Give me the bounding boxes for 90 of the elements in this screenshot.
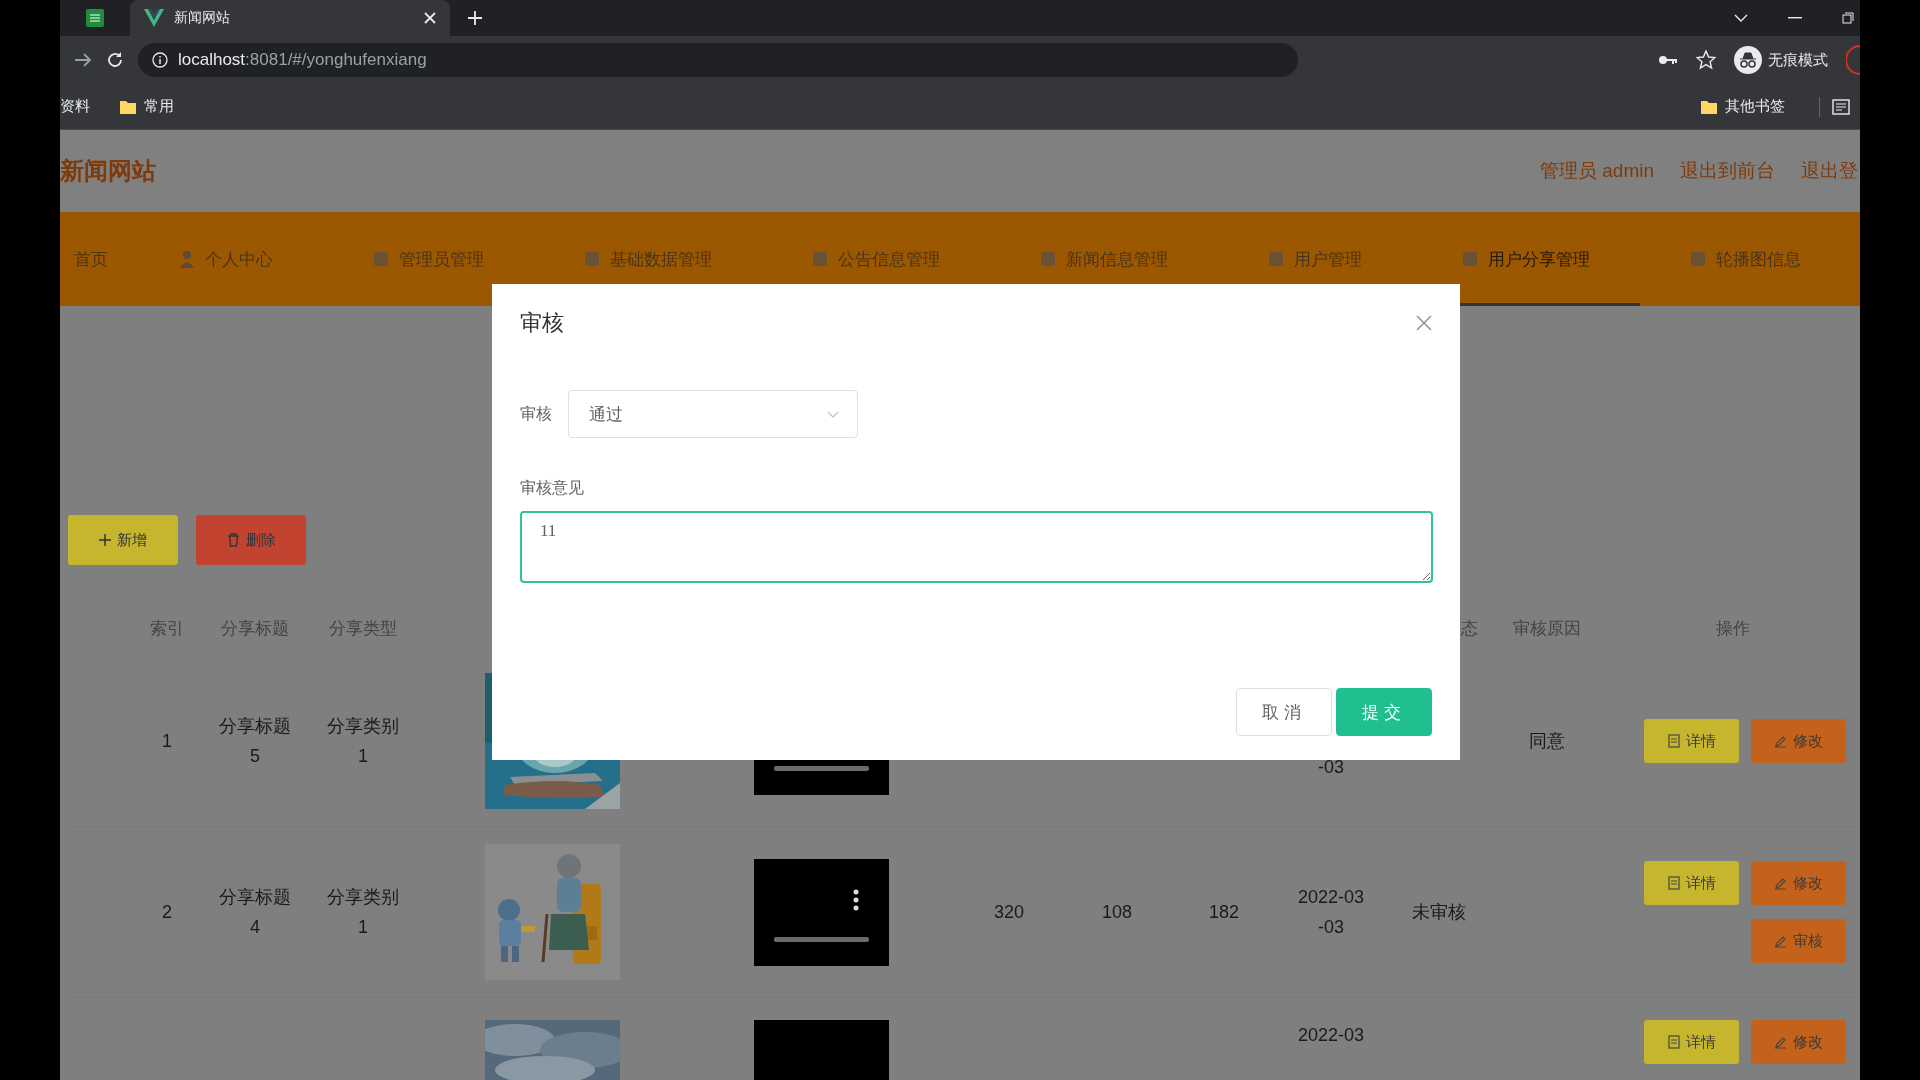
delete-button[interactable]: 删除 bbox=[196, 515, 306, 565]
column-header: 分享类型 bbox=[328, 617, 398, 640]
table-cell-text: -03 bbox=[1317, 756, 1345, 779]
browser-tab[interactable]: 新闻网站 bbox=[130, 0, 450, 36]
field-label: 审核 bbox=[520, 403, 552, 424]
square-icon bbox=[812, 251, 828, 267]
reload-icon[interactable] bbox=[106, 51, 124, 69]
table-cell-text: 分享标题4 bbox=[219, 886, 291, 939]
trash-icon bbox=[226, 533, 240, 547]
incognito-icon bbox=[1734, 46, 1762, 74]
avatar-icon[interactable] bbox=[1846, 45, 1860, 75]
pencil-icon bbox=[1774, 734, 1787, 748]
review-button[interactable]: 审核 bbox=[1751, 919, 1846, 963]
table-cell-text: 同意 bbox=[1529, 730, 1565, 753]
edit-button[interactable]: 修改 bbox=[1751, 719, 1846, 763]
person-icon bbox=[179, 250, 195, 268]
bookmark[interactable]: 其他书签 bbox=[1701, 97, 1785, 116]
reading-list-icon[interactable] bbox=[1832, 98, 1850, 115]
detail-button[interactable]: 详情 bbox=[1644, 861, 1739, 905]
detail-button[interactable]: 详情 bbox=[1644, 1020, 1739, 1064]
table-cell-text: 分享类别1 bbox=[327, 715, 399, 768]
column-header: 审核原因 bbox=[1512, 617, 1582, 640]
plus-icon bbox=[99, 534, 111, 546]
square-icon bbox=[373, 251, 389, 267]
header-link[interactable]: 管理员 admin bbox=[1539, 158, 1654, 184]
nav-item[interactable]: 个人中心 bbox=[129, 212, 323, 306]
v-logo-icon bbox=[144, 9, 164, 27]
header-link[interactable]: 退出到前台 bbox=[1680, 158, 1775, 184]
column-header: 态 bbox=[1460, 617, 1479, 640]
table-cell-text: 分享类别1 bbox=[327, 886, 399, 939]
bookmark[interactable]: 资料 bbox=[60, 97, 90, 116]
info-icon[interactable] bbox=[152, 52, 168, 68]
square-icon bbox=[584, 251, 600, 267]
table-cell-text: 2 bbox=[162, 901, 172, 924]
table-cell-text: 未审核 bbox=[1412, 901, 1466, 924]
nav-item[interactable]: 用户管理 bbox=[1218, 212, 1412, 306]
square-icon bbox=[1690, 251, 1706, 267]
bookmark[interactable]: 常用 bbox=[120, 97, 174, 116]
key-icon[interactable] bbox=[1658, 55, 1678, 65]
forward-icon[interactable] bbox=[74, 52, 92, 68]
select-field[interactable]: 通过 bbox=[568, 390, 858, 438]
spreadsheet-tab-icon[interactable] bbox=[86, 9, 104, 27]
table-cell-text: 2022-03 bbox=[1296, 1024, 1366, 1047]
table-cell-text: 108 bbox=[1101, 901, 1132, 924]
table-cell-text: 182 bbox=[1208, 901, 1239, 924]
comment-field[interactable]: 11 bbox=[520, 511, 1433, 583]
document-icon bbox=[1667, 734, 1680, 748]
plus-icon[interactable] bbox=[467, 10, 483, 26]
pencil-icon bbox=[1774, 934, 1787, 948]
column-header: 分享标题 bbox=[220, 617, 290, 640]
pencil-icon bbox=[1774, 876, 1787, 890]
star-icon[interactable] bbox=[1696, 50, 1716, 70]
document-icon bbox=[1667, 876, 1680, 890]
header-link[interactable]: 退出登 bbox=[1801, 158, 1858, 184]
minimize-icon[interactable] bbox=[1788, 17, 1802, 19]
square-icon bbox=[1040, 251, 1056, 267]
submit-button[interactable]: 提交 bbox=[1336, 688, 1432, 736]
chevron-down-icon[interactable] bbox=[1734, 14, 1748, 22]
folder-icon bbox=[120, 99, 136, 114]
table-cell-text: 2022-03-03 bbox=[1296, 886, 1366, 939]
profile-button[interactable]: 无痕模式 bbox=[1734, 46, 1828, 74]
dialog-title: 审核 bbox=[520, 309, 564, 337]
pencil-icon bbox=[1774, 1035, 1787, 1049]
document-icon bbox=[1667, 1035, 1680, 1049]
nav-item[interactable]: 首页 bbox=[74, 212, 129, 306]
video-player[interactable] bbox=[753, 858, 889, 966]
field-label: 审核意见 bbox=[520, 478, 585, 498]
table-cell-text: 1 bbox=[162, 730, 172, 753]
column-header: 操作 bbox=[1715, 617, 1751, 640]
more-icon[interactable] bbox=[852, 888, 859, 911]
nav-item[interactable]: 管理员管理 bbox=[323, 212, 534, 306]
table-cell-text: 320 bbox=[993, 901, 1024, 924]
add-button[interactable]: 新增 bbox=[68, 515, 178, 565]
nav-item[interactable]: 基础数据管理 bbox=[534, 212, 762, 306]
square-icon bbox=[1268, 251, 1284, 267]
edit-button[interactable]: 修改 bbox=[1751, 1020, 1846, 1064]
site-title: 新闻网站 bbox=[60, 156, 156, 186]
edit-button[interactable]: 修改 bbox=[1751, 861, 1846, 905]
nav-item[interactable]: 新闻信息管理 bbox=[990, 212, 1218, 306]
square-icon bbox=[1462, 251, 1478, 267]
nav-item[interactable]: 公告信息管理 bbox=[762, 212, 990, 306]
folder-icon bbox=[1701, 99, 1717, 114]
cancel-button[interactable]: 取消 bbox=[1236, 688, 1332, 736]
detail-button[interactable]: 详情 bbox=[1644, 719, 1739, 763]
nav-item[interactable]: 轮播图信息 bbox=[1640, 212, 1851, 306]
chevron-down-icon bbox=[827, 410, 839, 418]
address-bar[interactable]: localhost:8081/#/yonghufenxiang bbox=[138, 43, 1298, 77]
table-cell-text: 分享标题5 bbox=[219, 715, 291, 768]
restore-icon[interactable] bbox=[1842, 12, 1854, 24]
column-header: 索引 bbox=[149, 617, 185, 640]
